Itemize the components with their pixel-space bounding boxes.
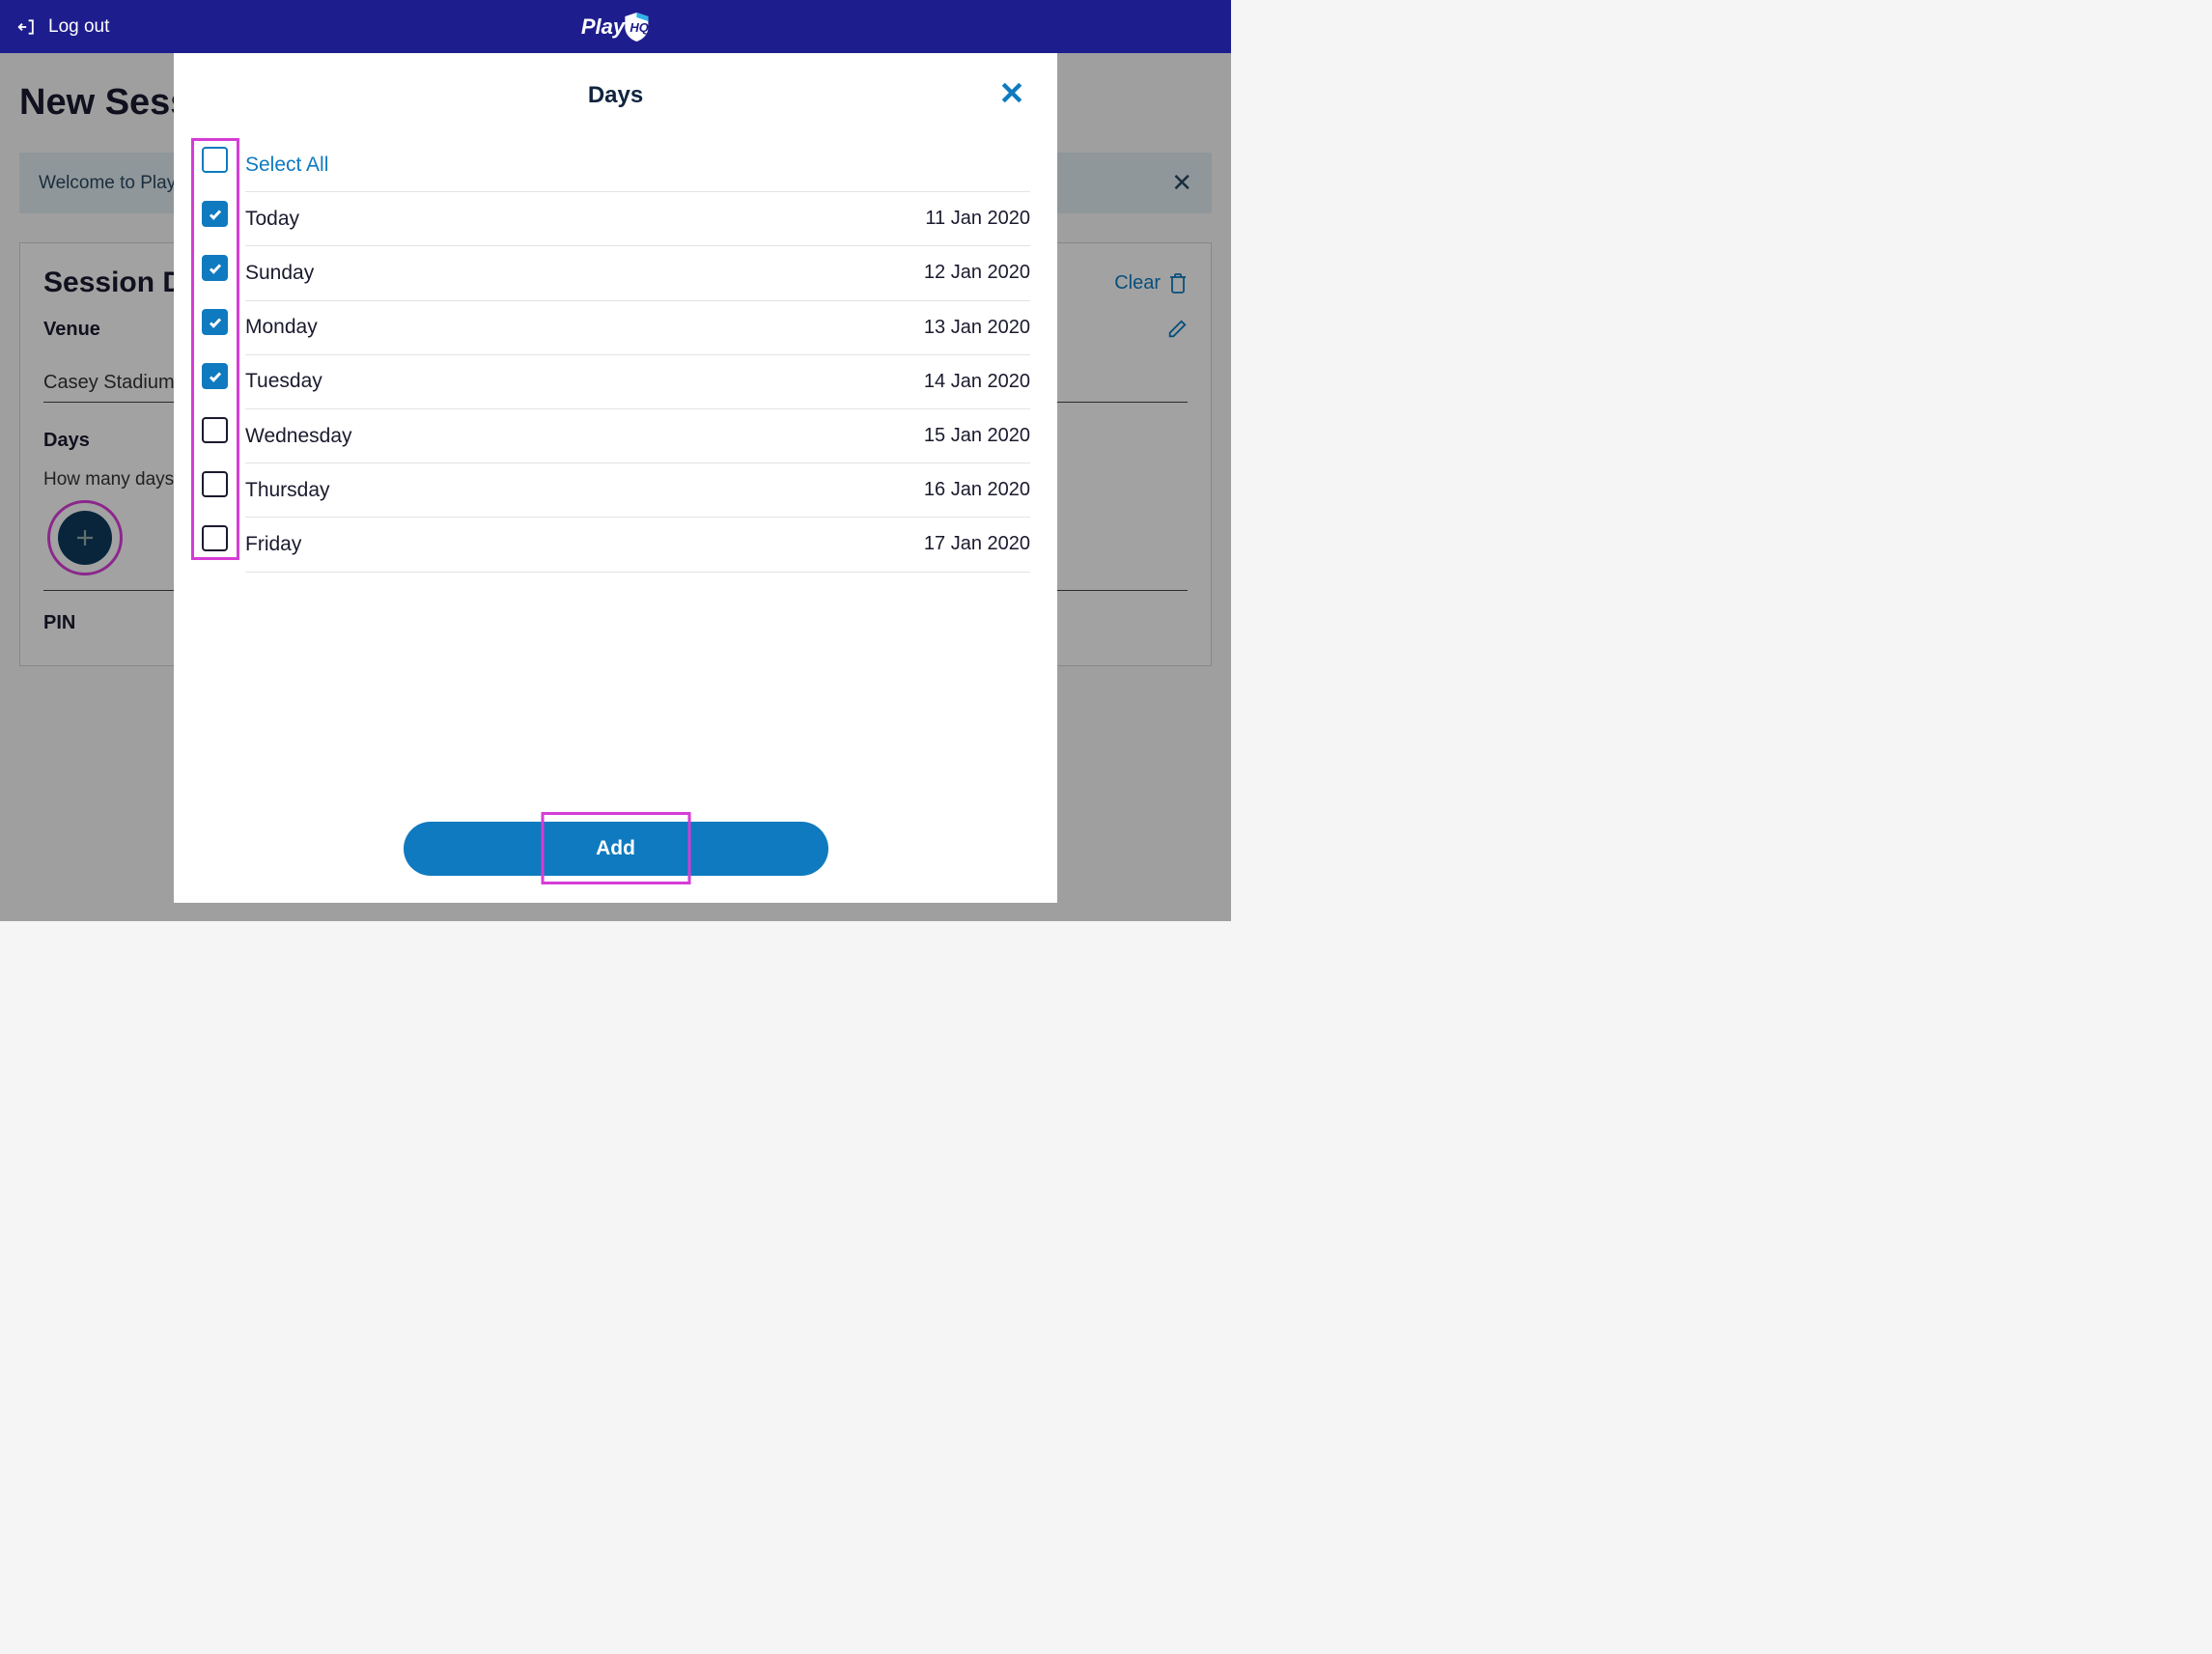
day-date: 17 Jan 2020 <box>924 533 1030 555</box>
day-date: 15 Jan 2020 <box>924 425 1030 447</box>
day-date: 16 Jan 2020 <box>924 479 1030 501</box>
logo-shield-icon: HQ <box>623 12 650 42</box>
modal-title: Days <box>588 82 643 108</box>
checkbox[interactable] <box>202 525 228 551</box>
day-date: 14 Jan 2020 <box>924 371 1030 393</box>
checkbox[interactable] <box>202 147 228 173</box>
close-icon[interactable] <box>997 78 1026 107</box>
day-label: Sunday <box>245 262 314 285</box>
day-label: Today <box>245 208 299 231</box>
day-row[interactable]: Sunday 12 Jan 2020 <box>245 246 1030 300</box>
day-row[interactable]: Today 11 Jan 2020 <box>245 192 1030 246</box>
app-header: Log out Play HQ <box>0 0 1231 53</box>
add-button[interactable]: Add <box>404 822 828 876</box>
day-row[interactable]: Wednesday 15 Jan 2020 <box>245 409 1030 463</box>
day-label: Friday <box>245 533 301 556</box>
modal-header: Days <box>201 82 1030 109</box>
days-list: Select All Today 11 Jan 2020 Sunday 12 Jan 2… <box>201 138 1030 573</box>
day-label: Thursday <box>245 479 330 502</box>
checkbox[interactable] <box>202 255 228 281</box>
day-row[interactable]: Tuesday 14 Jan 2020 <box>245 355 1030 409</box>
day-date: 12 Jan 2020 <box>924 262 1030 284</box>
logout-button[interactable]: Log out <box>17 16 109 38</box>
day-date: 13 Jan 2020 <box>924 317 1030 339</box>
day-label: Wednesday <box>245 425 352 448</box>
checkbox[interactable] <box>202 201 228 227</box>
day-row[interactable]: Friday 17 Jan 2020 <box>245 518 1030 572</box>
day-row[interactable]: Thursday 16 Jan 2020 <box>245 463 1030 518</box>
logout-icon <box>17 17 37 37</box>
select-all-label: Select All <box>245 154 328 177</box>
checkbox[interactable] <box>202 471 228 497</box>
checkbox[interactable] <box>202 363 228 389</box>
checkbox[interactable] <box>202 309 228 335</box>
checkbox-highlight <box>191 138 239 560</box>
logo: Play HQ <box>581 12 650 42</box>
day-date: 11 Jan 2020 <box>925 208 1030 230</box>
select-all-row[interactable]: Select All <box>245 138 1030 192</box>
day-label: Tuesday <box>245 370 322 393</box>
modal-footer: Add <box>201 822 1030 876</box>
checkbox[interactable] <box>202 417 228 443</box>
svg-text:HQ: HQ <box>630 20 649 35</box>
logo-text: Play <box>581 14 625 40</box>
days-modal: Days Select All Today 11 Jan 2020 Sunday 12 … <box>174 53 1057 903</box>
day-row[interactable]: Monday 13 Jan 2020 <box>245 301 1030 355</box>
logout-label: Log out <box>48 16 109 38</box>
day-label: Monday <box>245 316 318 339</box>
